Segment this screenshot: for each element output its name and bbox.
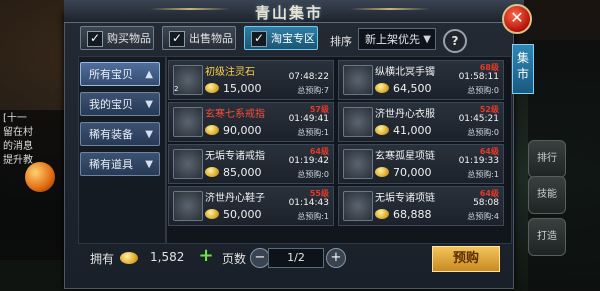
category-rare-equipment[interactable]: 稀有装备 ▼: [80, 122, 160, 146]
item-time-left: 58:08: [473, 198, 499, 208]
item-time-left: 01:19:42: [288, 156, 329, 166]
item-preorder-count: 总预购:0: [467, 128, 499, 137]
own-label: 拥有: [90, 252, 115, 266]
minus-icon: −: [254, 250, 266, 265]
item-price: 68,888: [393, 208, 432, 221]
plus-icon: +: [198, 245, 214, 266]
item-name: 无垢专诸项链: [375, 193, 435, 204]
orb-icon[interactable]: [25, 162, 55, 192]
chat-text: [十一 留在村 的消息 提升教: [3, 113, 33, 166]
item-card[interactable]: 无垢专诸项链 68,888 64级 58:08 总预购:4: [338, 186, 504, 226]
check-icon: ✓: [251, 31, 267, 47]
item-preorder-count: 总预购:7: [297, 86, 329, 95]
coin-icon: [375, 125, 389, 135]
page-indicator: 1/2: [268, 248, 324, 268]
forge-button[interactable]: 打造: [528, 218, 566, 256]
page-label: 页数: [222, 252, 247, 266]
item-card[interactable]: 济世丹心鞋子 50,000 55级 01:14:43 总预购:1: [168, 186, 334, 226]
tab-sell-items[interactable]: ✓ 出售物品: [162, 26, 236, 50]
robe-icon: [343, 107, 373, 137]
item-time-left: 01:19:33: [458, 156, 499, 166]
category-all-treasures[interactable]: 所有宝贝 ▲: [80, 62, 160, 86]
coin-icon: [205, 83, 219, 93]
coin-icon: [205, 125, 219, 135]
skill-button[interactable]: 技能: [528, 176, 566, 214]
item-name: 玄寒七系戒指: [205, 109, 265, 120]
item-price: 85,000: [223, 166, 262, 179]
boots-icon: [173, 191, 203, 221]
item-time-left: 01:14:43: [288, 198, 329, 208]
coin-icon: [375, 167, 389, 177]
item-preorder-count: 总预购:4: [467, 212, 499, 221]
title-ornament-right: [350, 8, 430, 10]
item-price: 41,000: [393, 124, 432, 137]
close-button[interactable]: ✕: [502, 4, 532, 34]
sort-select[interactable]: 新上架优先 ▼: [358, 28, 436, 50]
close-icon: ✕: [510, 8, 524, 27]
pre-order-button[interactable]: 预购: [432, 246, 500, 272]
add-coins-button[interactable]: +: [198, 245, 214, 266]
tab-market-side[interactable]: 集市: [512, 44, 534, 94]
item-price: 70,000: [393, 166, 432, 179]
coin-icon: [205, 209, 219, 219]
item-name: 无垢专诸戒指: [205, 151, 265, 162]
item-name: 纵横北冥手镯: [375, 67, 435, 78]
item-name: 玄寒孤星项链: [375, 151, 435, 162]
item-quantity: 2: [174, 85, 179, 93]
item-card[interactable]: 玄寒七系戒指 90,000 57级 01:49:41 总预购:1: [168, 102, 334, 142]
item-name: 济世丹心鞋子: [205, 193, 265, 204]
coin-icon: [120, 252, 138, 264]
bracelet-icon: [343, 65, 373, 95]
item-preorder-count: 总预购:0: [467, 86, 499, 95]
chevron-up-icon: ▲: [145, 69, 153, 80]
ranking-button[interactable]: 排行: [528, 140, 566, 178]
coin-icon: [375, 83, 389, 93]
tab-taobao-zone[interactable]: ✓ 淘宝专区: [244, 26, 318, 50]
chevron-down-icon: ▼: [145, 129, 153, 140]
window-title: 青山集市: [254, 4, 323, 22]
item-preorder-count: 总预购:1: [467, 170, 499, 179]
tab-buy-items[interactable]: ✓ 购买物品: [80, 26, 154, 50]
item-time-left: 07:48:22: [288, 72, 329, 82]
item-price: 50,000: [223, 208, 262, 221]
category-rare-items[interactable]: 稀有道具 ▼: [80, 152, 160, 176]
prev-page-button[interactable]: −: [250, 248, 270, 268]
plus-icon: +: [330, 250, 342, 265]
gauntlet-ring-icon: [173, 149, 203, 179]
chevron-down-icon: ▼: [423, 34, 431, 45]
item-time-left: 01:45:21: [458, 114, 499, 124]
item-time-left: 01:58:11: [458, 72, 499, 82]
item-price: 90,000: [223, 124, 262, 137]
chain-necklace-icon: [343, 191, 373, 221]
item-name: 初级注灵石: [205, 67, 255, 78]
check-icon: ✓: [169, 31, 185, 47]
item-card[interactable]: 2 初级注灵石 15,000 07:48:22 总预购:7: [168, 60, 334, 100]
chevron-down-icon: ▼: [145, 99, 153, 110]
own-value: 1,582: [150, 250, 185, 264]
help-button[interactable]: ?: [443, 29, 467, 53]
next-page-button[interactable]: +: [326, 248, 346, 268]
item-name: 济世丹心衣服: [375, 109, 435, 120]
item-preorder-count: 总预购:1: [297, 212, 329, 221]
check-icon: ✓: [87, 31, 103, 47]
category-my-treasures[interactable]: 我的宝贝 ▼: [80, 92, 160, 116]
title-ornament-left: [150, 8, 230, 10]
item-time-left: 01:49:41: [288, 114, 329, 124]
question-icon: ?: [451, 34, 459, 48]
sort-label: 排序: [330, 35, 352, 48]
item-price: 64,500: [393, 82, 432, 95]
coin-icon: [375, 209, 389, 219]
item-card[interactable]: 无垢专诸戒指 85,000 64级 01:19:42 总预购:0: [168, 144, 334, 184]
item-card[interactable]: 纵横北冥手镯 64,500 68级 01:58:11 总预购:0: [338, 60, 504, 100]
item-preorder-count: 总预购:1: [297, 128, 329, 137]
item-preorder-count: 总预购:0: [297, 170, 329, 179]
item-card[interactable]: 玄寒孤星项链 70,000 64级 01:19:33 总预购:1: [338, 144, 504, 184]
chevron-down-icon: ▼: [145, 159, 153, 170]
ring-icon: [173, 107, 203, 137]
item-price: 15,000: [223, 82, 262, 95]
necklace-icon: [343, 149, 373, 179]
item-card[interactable]: 济世丹心衣服 41,000 52级 01:45:21 总预购:0: [338, 102, 504, 142]
coin-icon: [205, 167, 219, 177]
